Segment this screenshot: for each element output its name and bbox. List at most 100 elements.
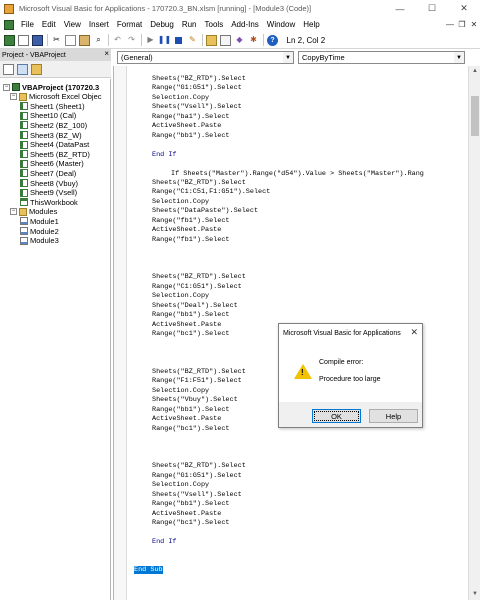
code-line[interactable]: Sheets("BZ_RTD").Select: [152, 462, 246, 470]
tree-item[interactable]: Sheet10 (Cal): [20, 111, 76, 121]
tree-item[interactable]: Sheet9 (Vsell): [20, 188, 77, 198]
tree-item[interactable]: Module2: [20, 226, 59, 236]
code-line[interactable]: Sheets("Vbuy").Select: [152, 396, 238, 404]
undo-icon[interactable]: ↶: [112, 35, 123, 46]
toggle-folders-icon[interactable]: [31, 63, 42, 75]
menu-format[interactable]: Format: [113, 20, 146, 29]
menu-insert[interactable]: Insert: [85, 20, 113, 29]
tree-item[interactable]: Module1: [20, 216, 59, 226]
code-line[interactable]: Range("bb1").Select: [152, 311, 230, 319]
code-line[interactable]: ActiveSheet.Paste: [152, 321, 221, 329]
toolbox-icon[interactable]: ✱: [248, 35, 259, 46]
minimize-button[interactable]: —: [384, 0, 416, 17]
copy-icon[interactable]: [65, 34, 76, 46]
tree-item[interactable]: − VBAProject (170720.3: [3, 82, 99, 92]
scroll-thumb[interactable]: [471, 96, 479, 136]
code-line[interactable]: Sheets("Deal").Select: [152, 302, 238, 310]
code-line[interactable]: ActiveSheet.Paste: [152, 122, 221, 130]
menu-run[interactable]: Run: [178, 20, 201, 29]
menu-help[interactable]: Help: [299, 20, 323, 29]
code-line[interactable]: End If: [152, 538, 176, 546]
find-icon[interactable]: ⌕: [93, 35, 104, 46]
code-line[interactable]: Range("C1:C51,F1:G51").Select: [152, 188, 270, 196]
view-excel-icon[interactable]: [4, 34, 15, 46]
break-icon[interactable]: ❚❚: [158, 35, 171, 46]
code-line[interactable]: Range("F1:F51").Select: [152, 377, 242, 385]
properties-icon[interactable]: [220, 34, 231, 46]
code-line[interactable]: ActiveSheet.Paste: [152, 226, 221, 234]
scroll-up-icon[interactable]: ▲: [469, 66, 480, 77]
save-icon[interactable]: [32, 34, 43, 46]
menu-tools[interactable]: Tools: [201, 20, 228, 29]
menu-window[interactable]: Window: [263, 20, 299, 29]
tree-item[interactable]: Sheet7 (Deal): [20, 168, 76, 178]
help-icon[interactable]: ?: [267, 34, 278, 46]
code-line[interactable]: Range("fb1").Select: [152, 236, 230, 244]
tree-item[interactable]: − Modules: [10, 207, 57, 217]
code-line[interactable]: Range("C1:G51").Select: [152, 283, 242, 291]
tree-item[interactable]: Sheet5 (BZ_RTD): [20, 149, 90, 159]
redo-icon[interactable]: ↷: [126, 35, 137, 46]
ok-button[interactable]: OK: [312, 409, 361, 423]
chevron-down-icon[interactable]: ▼: [454, 52, 464, 63]
menu-addins[interactable]: Add-Ins: [227, 20, 263, 29]
collapse-icon[interactable]: −: [10, 93, 17, 101]
help-button[interactable]: Help: [369, 409, 418, 423]
cut-icon[interactable]: ✂: [51, 35, 62, 46]
project-explorer-icon[interactable]: [206, 34, 217, 46]
code-line[interactable]: ActiveSheet.Paste: [152, 510, 221, 518]
code-line[interactable]: Range("bc1").Select: [152, 519, 230, 527]
close-button[interactable]: ✕: [448, 0, 480, 17]
code-line[interactable]: Sheets("BZ_RTD").Select: [152, 368, 246, 376]
tree-item[interactable]: ThisWorkbook: [20, 197, 78, 207]
code-line[interactable]: Selection.Copy: [152, 387, 209, 395]
view-code-icon[interactable]: [3, 63, 14, 75]
selected-code-line[interactable]: End Sub: [134, 566, 163, 575]
code-line[interactable]: Range("bb1").Select: [152, 500, 230, 508]
code-vertical-scrollbar[interactable]: ▲ ▼: [468, 66, 480, 600]
tree-item[interactable]: Sheet4 (DataPast: [20, 140, 89, 150]
code-line[interactable]: Range("G1:G51").Select: [152, 472, 242, 480]
menu-view[interactable]: View: [60, 20, 85, 29]
reset-icon[interactable]: [173, 35, 184, 46]
code-line[interactable]: Sheets("BZ_RTD").Select: [152, 273, 246, 281]
code-line[interactable]: ActiveSheet.Paste: [152, 415, 221, 423]
code-line[interactable]: Range("bb1").Select: [152, 406, 230, 414]
design-mode-icon[interactable]: ✎: [187, 35, 198, 46]
code-line[interactable]: If Sheets("Master").Range("d54").Value >…: [171, 170, 424, 178]
doc-close-button[interactable]: ✕: [468, 20, 480, 29]
code-line[interactable]: Range("ba1").Select: [152, 113, 230, 121]
code-margin[interactable]: [114, 66, 127, 600]
insert-module-icon[interactable]: [18, 34, 29, 46]
tree-item[interactable]: Module3: [20, 236, 59, 246]
chevron-down-icon[interactable]: ▼: [283, 52, 293, 63]
code-line[interactable]: Range("bb1").Select: [152, 132, 230, 140]
excel-icon[interactable]: [4, 19, 14, 30]
code-line[interactable]: Sheets("Vsell").Select: [152, 491, 242, 499]
code-line[interactable]: Selection.Copy: [152, 94, 209, 102]
code-line[interactable]: Sheets("BZ_RTD").Select: [152, 179, 246, 187]
tree-item[interactable]: Sheet8 (Vbuy): [20, 178, 78, 188]
code-line[interactable]: Range("bc1").Select: [152, 330, 230, 338]
menu-debug[interactable]: Debug: [146, 20, 178, 29]
code-line[interactable]: Selection.Copy: [152, 198, 209, 206]
code-line[interactable]: Sheets("BZ_RTD").Select: [152, 75, 246, 83]
code-line[interactable]: Selection.Copy: [152, 292, 209, 300]
object-dropdown[interactable]: (General) ▼: [117, 51, 294, 64]
doc-minimize-button[interactable]: —: [444, 20, 456, 29]
code-line[interactable]: Range("fb1").Select: [152, 217, 230, 225]
run-icon[interactable]: ▶: [145, 35, 156, 46]
project-explorer-close-button[interactable]: ×: [104, 49, 109, 58]
tree-item[interactable]: − Microsoft Excel Objec: [10, 92, 102, 102]
tree-item[interactable]: Sheet2 (BZ_100): [20, 120, 87, 130]
scroll-down-icon[interactable]: ▼: [469, 589, 480, 600]
view-object-icon[interactable]: [17, 63, 28, 75]
tree-item[interactable]: Sheet3 (BZ_W): [20, 130, 82, 140]
code-line[interactable]: Selection.Copy: [152, 481, 209, 489]
object-browser-icon[interactable]: ◆: [234, 35, 245, 46]
code-line[interactable]: Sheets("DataPaste").Select: [152, 207, 258, 215]
paste-icon[interactable]: [79, 34, 90, 46]
code-line[interactable]: Range("G1:G51").Select: [152, 84, 242, 92]
code-line[interactable]: End If: [152, 151, 176, 159]
dialog-close-button[interactable]: ✕: [410, 327, 418, 338]
